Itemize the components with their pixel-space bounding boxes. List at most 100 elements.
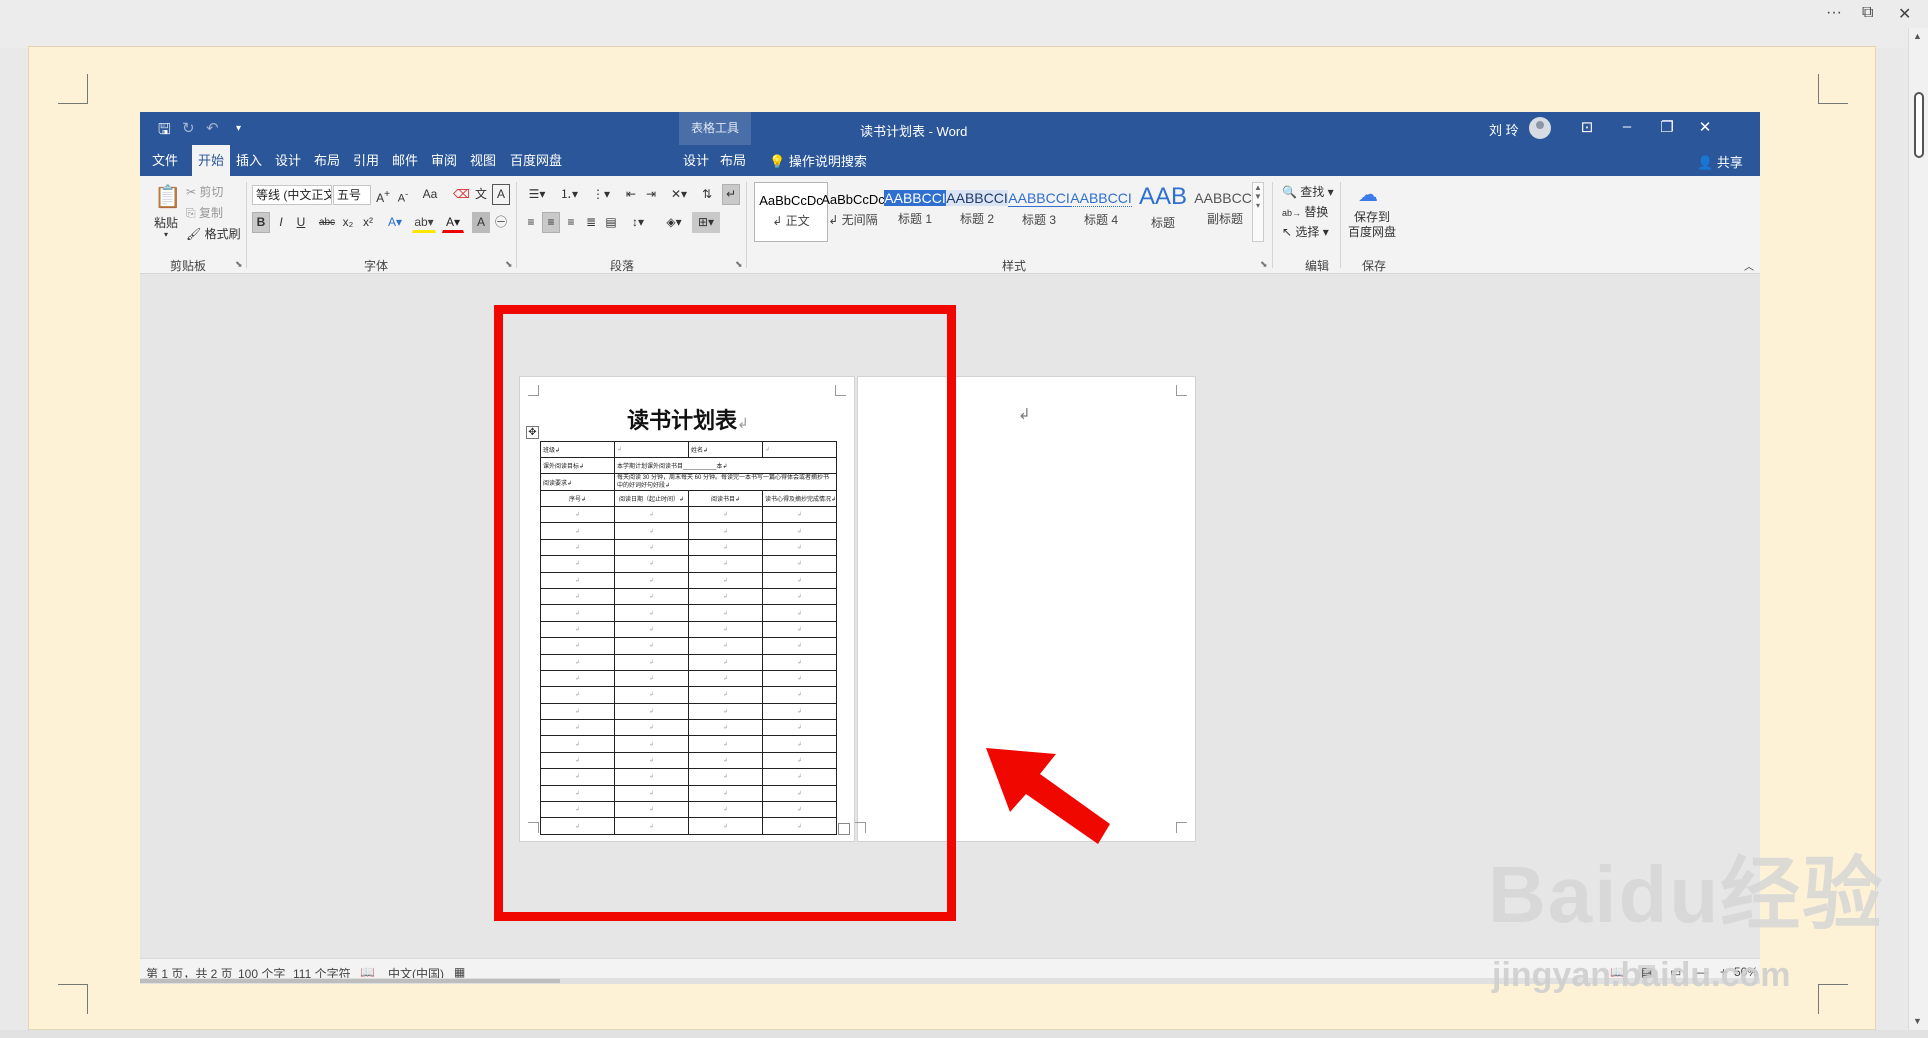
tab-mailings[interactable]: 邮件	[388, 145, 422, 176]
clipboard-launcher-icon[interactable]: ⬊	[235, 259, 243, 270]
crop-mark	[58, 74, 88, 104]
tab-baidu-netdisk[interactable]: 百度网盘	[505, 145, 567, 176]
group-separator	[516, 182, 517, 268]
superscript-button[interactable]: x²	[359, 212, 377, 233]
phonetic-guide-icon[interactable]: 文	[472, 184, 490, 205]
close-icon[interactable]: ✕	[1693, 118, 1717, 136]
font-launcher-icon[interactable]: ⬊	[505, 259, 513, 270]
close-icon[interactable]: ✕	[1898, 4, 1911, 24]
customize-qat-icon[interactable]: ▾	[236, 123, 241, 134]
copy-button[interactable]: ⎘ 复制	[186, 204, 223, 221]
crop-mark	[58, 984, 88, 1014]
cut-button[interactable]: ✂ 剪切	[186, 183, 223, 200]
paragraph-launcher-icon[interactable]: ⬊	[735, 259, 743, 270]
character-border-icon[interactable]: A	[492, 184, 510, 205]
bullets-icon[interactable]: ☰▾	[522, 184, 552, 205]
styles-launcher-icon[interactable]: ⬊	[1260, 259, 1268, 270]
align-center-icon[interactable]: ≡	[542, 212, 560, 233]
style-subtitle[interactable]: AABBCCI 副标题	[1188, 182, 1262, 242]
avatar[interactable]	[1529, 117, 1551, 139]
macro-icon[interactable]: ▦	[454, 965, 465, 979]
page-corner-mark	[1176, 385, 1187, 396]
subscript-button[interactable]: x₂	[339, 212, 357, 233]
enclose-characters-icon[interactable]: ㊀	[492, 212, 510, 233]
host-horizontal-bar	[0, 1030, 1928, 1038]
find-button[interactable]: 🔍 查找 ▾	[1282, 183, 1334, 200]
save-icon[interactable]: 🖫	[158, 119, 171, 144]
share-button[interactable]: 👤 共享	[1697, 152, 1743, 171]
align-right-icon[interactable]: ≡	[562, 212, 580, 233]
highlight-frame	[494, 305, 956, 921]
minimize-icon[interactable]: –	[1615, 118, 1639, 135]
sort-icon[interactable]: ⇅	[698, 184, 716, 205]
replace-icon: ab→	[1282, 208, 1302, 218]
font-size-dropdown[interactable]: 五号	[333, 185, 371, 205]
ribbon-display-icon[interactable]: ⊡	[1575, 118, 1599, 136]
distributed-icon[interactable]: ▤	[602, 212, 620, 233]
font-name-dropdown[interactable]: 等线 (中文正文	[252, 185, 332, 205]
tab-file[interactable]: 文件	[148, 145, 182, 176]
scroll-up-icon[interactable]: ▲	[1913, 31, 1922, 41]
tab-table-layout[interactable]: 布局	[716, 145, 750, 176]
bold-button[interactable]: B	[252, 212, 270, 233]
scrollbar-thumb[interactable]	[140, 979, 560, 983]
restore-icon[interactable]: ⧉	[1862, 4, 1873, 22]
tab-insert[interactable]: 插入	[233, 145, 265, 176]
scrollbar-thumb[interactable]	[1914, 92, 1924, 158]
tab-layout[interactable]: 布局	[310, 145, 344, 176]
paste-icon[interactable]: 📋	[154, 184, 181, 210]
justify-icon[interactable]: ≣	[582, 212, 600, 233]
line-spacing-icon[interactable]: ↕▾	[624, 212, 652, 233]
shading-icon[interactable]: ◈▾	[660, 212, 688, 233]
borders-icon[interactable]: ⊞▾	[692, 212, 720, 233]
paste-dropdown-icon[interactable]: ▾	[164, 230, 168, 239]
redo-icon[interactable]: ↻	[182, 119, 195, 137]
font-color-icon[interactable]: A▾	[442, 212, 464, 233]
highlight-color-icon[interactable]: ab▾	[412, 212, 436, 233]
tab-view[interactable]: 视图	[466, 145, 500, 176]
show-marks-icon[interactable]: ↵	[722, 184, 740, 205]
user-name[interactable]: 刘 玲	[1489, 120, 1519, 139]
undo-icon[interactable]: ↶	[206, 119, 219, 137]
replace-button[interactable]: ab→ 替换	[1282, 203, 1328, 220]
maximize-icon[interactable]: ❐	[1655, 118, 1679, 136]
increase-indent-icon[interactable]: ⇥	[642, 184, 660, 205]
tell-me-search[interactable]: 💡 操作说明搜索	[769, 151, 867, 170]
clear-formatting-icon[interactable]: ⌫	[452, 184, 470, 205]
shrink-font-button[interactable]: A-	[394, 184, 412, 205]
share-label: 共享	[1716, 155, 1743, 170]
editing-group-label: 编辑	[1305, 259, 1330, 273]
align-left-icon[interactable]: ≡	[522, 212, 540, 233]
word-titlebar: 🖫 ↻ ↶ ▾ 表格工具 读书计划表 - Word 刘 玲 ⊡ – ❐ ✕	[140, 112, 1760, 145]
strikethrough-button[interactable]: abc	[316, 212, 338, 233]
group-separator	[246, 182, 247, 268]
baidu-cloud-icon[interactable]: ☁	[1358, 182, 1378, 207]
italic-button[interactable]: I	[272, 212, 290, 233]
character-shading-icon[interactable]: A	[472, 212, 490, 233]
lightbulb-icon: 💡	[769, 154, 786, 169]
tab-home[interactable]: 开始	[192, 145, 230, 176]
tab-design[interactable]: 设计	[271, 145, 305, 176]
more-icon[interactable]: ···	[1826, 4, 1842, 22]
underline-button[interactable]: U	[292, 212, 310, 233]
styles-gallery-scroll[interactable]: ▲ ▼ ▾	[1252, 182, 1264, 242]
change-case-button[interactable]: Aa	[418, 184, 442, 205]
tab-references[interactable]: 引用	[349, 145, 383, 176]
tab-review[interactable]: 审阅	[427, 145, 461, 176]
text-effects-icon[interactable]: A▾	[384, 212, 406, 233]
tab-table-design[interactable]: 设计	[679, 145, 713, 176]
select-button[interactable]: ↖ 选择 ▾	[1282, 223, 1329, 240]
asian-layout-icon[interactable]: ✕▾	[666, 184, 692, 205]
crop-mark	[1818, 984, 1848, 1014]
host-vertical-scrollbar[interactable]: ▲ ▼	[1908, 28, 1928, 1030]
collapse-ribbon-icon[interactable]: ︿	[1744, 258, 1754, 273]
format-painter-button[interactable]: 🖌 格式刷	[186, 225, 241, 242]
save-to-netdisk-line2[interactable]: 百度网盘	[1348, 223, 1396, 240]
scroll-down-icon[interactable]: ▼	[1913, 1016, 1922, 1026]
numbering-icon[interactable]: ⒈▾	[554, 184, 584, 205]
paste-button[interactable]: 粘贴	[154, 214, 178, 231]
decrease-indent-icon[interactable]: ⇤	[622, 184, 640, 205]
multilevel-list-icon[interactable]: ⋮▾	[586, 184, 616, 205]
grow-font-button[interactable]: A+	[374, 184, 392, 205]
proofing-icon[interactable]: 📖	[360, 965, 375, 979]
